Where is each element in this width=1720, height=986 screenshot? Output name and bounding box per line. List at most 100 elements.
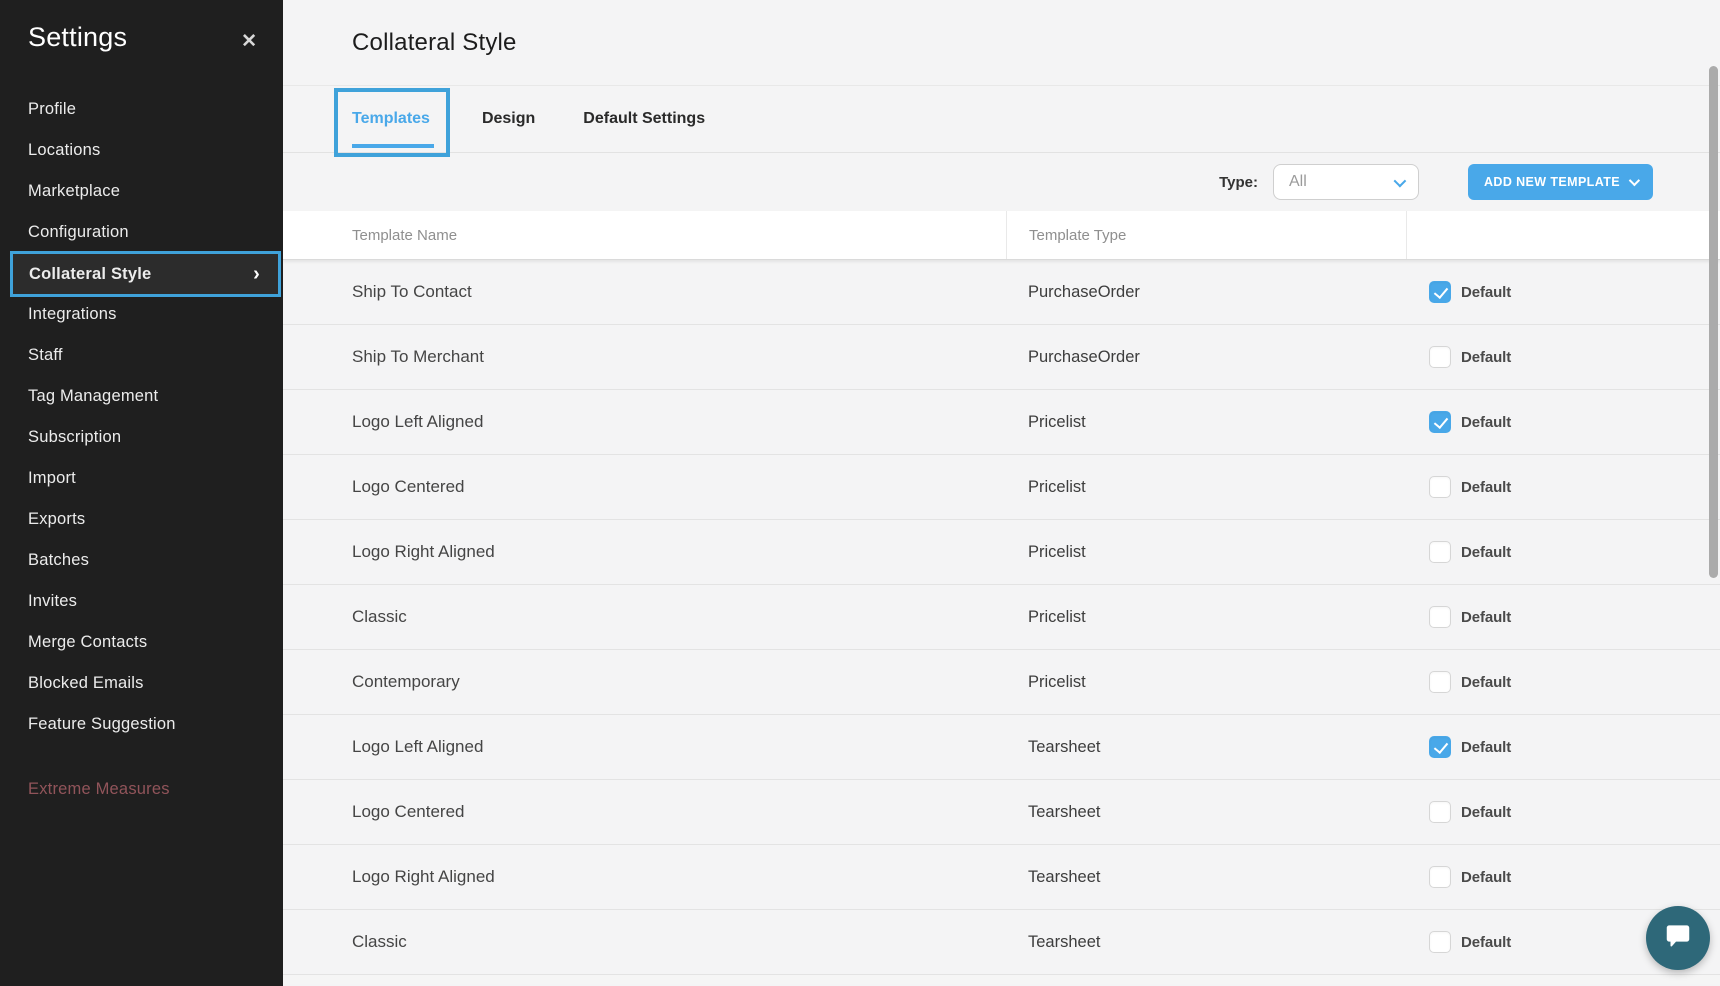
template-name-cell: Logo Right Aligned xyxy=(283,845,1006,909)
template-type-cell: Tearsheet xyxy=(1006,780,1406,844)
template-type-cell: Pricelist xyxy=(1006,650,1406,714)
default-checkbox-label: Default xyxy=(1461,284,1511,301)
template-type-cell: Pricelist xyxy=(1006,520,1406,584)
tab-templates[interactable]: Templates xyxy=(334,88,450,157)
sidebar-item-locations[interactable]: Locations › xyxy=(0,130,283,171)
template-type-cell: Tearsheet xyxy=(1006,910,1406,974)
table-row[interactable]: Classic Pricelist Default xyxy=(283,585,1720,650)
default-cell: Default xyxy=(1406,325,1720,389)
sidebar-item-label: Collateral Style xyxy=(29,265,151,284)
table-row[interactable]: Logo Right Aligned Pricelist Default xyxy=(283,520,1720,585)
template-type-cell: PurchaseOrder xyxy=(1006,260,1406,324)
table-row[interactable]: Logo Left Aligned Tearsheet Default xyxy=(283,715,1720,780)
tab-bar: Templates Design Default Settings xyxy=(283,86,1720,153)
sidebar-item-marketplace[interactable]: Marketplace › xyxy=(0,171,283,212)
sidebar-item-blocked-emails[interactable]: Blocked Emails › xyxy=(0,663,283,704)
main-content: Collateral Style Templates Design Defaul… xyxy=(283,0,1720,986)
default-checkbox[interactable] xyxy=(1429,606,1451,628)
chat-widget-button[interactable] xyxy=(1646,906,1710,970)
default-cell: Default xyxy=(1406,455,1720,519)
tab-default-settings[interactable]: Default Settings xyxy=(567,110,721,128)
chevron-down-icon xyxy=(1394,174,1407,187)
sidebar-nav: Profile › Locations › Marketplace › Conf… xyxy=(0,89,283,810)
sidebar-item-exports[interactable]: Exports › xyxy=(0,499,283,540)
sidebar-item-label: Batches xyxy=(28,551,89,570)
default-checkbox-label: Default xyxy=(1461,479,1511,496)
sidebar-item-subscription[interactable]: Subscription › xyxy=(0,417,283,458)
table-row[interactable]: Ship To Merchant PurchaseOrder Default xyxy=(283,325,1720,390)
default-checkbox-label: Default xyxy=(1461,739,1511,756)
sidebar-item-collateral-style[interactable]: Collateral Style › xyxy=(10,251,281,297)
sidebar-item-tag-management[interactable]: Tag Management › xyxy=(0,376,283,417)
sidebar-item-merge-contacts[interactable]: Merge Contacts › xyxy=(0,622,283,663)
default-checkbox[interactable] xyxy=(1429,541,1451,563)
sidebar-item-label: Subscription xyxy=(28,428,121,447)
column-header-template-type: Template Type xyxy=(1006,211,1406,259)
sidebar-item-label: Staff xyxy=(28,346,63,365)
table-row[interactable]: Logo Right Aligned Tearsheet Default xyxy=(283,845,1720,910)
sidebar-item-label: Integrations xyxy=(28,305,117,324)
sidebar-item-integrations[interactable]: Integrations › xyxy=(0,294,283,335)
default-checkbox[interactable] xyxy=(1429,281,1451,303)
page-header: Collateral Style xyxy=(283,0,1720,86)
table-row[interactable]: Logo Centered Tearsheet Default xyxy=(283,780,1720,845)
add-new-template-button[interactable]: ADD NEW TEMPLATE xyxy=(1468,164,1653,200)
default-checkbox-label: Default xyxy=(1461,414,1511,431)
template-type-cell: Tearsheet xyxy=(1006,715,1406,779)
default-checkbox-label: Default xyxy=(1461,609,1511,626)
sidebar-item-label: Blocked Emails xyxy=(28,674,144,693)
default-checkbox[interactable] xyxy=(1429,801,1451,823)
add-new-template-label: ADD NEW TEMPLATE xyxy=(1484,175,1620,189)
template-name-cell: Logo Right Aligned xyxy=(283,520,1006,584)
tab-design[interactable]: Design xyxy=(466,110,551,128)
default-checkbox-label: Default xyxy=(1461,674,1511,691)
filter-bar: Type: All ADD NEW TEMPLATE xyxy=(283,153,1720,211)
default-cell: Default xyxy=(1406,390,1720,454)
sidebar-item-feature-suggestion[interactable]: Feature Suggestion › xyxy=(0,704,283,745)
type-filter-dropdown[interactable]: All xyxy=(1273,164,1419,200)
sidebar-item-label: Locations xyxy=(28,141,100,160)
vertical-scrollbar[interactable] xyxy=(1709,66,1718,578)
default-cell: Default xyxy=(1406,260,1720,324)
sidebar-item-profile[interactable]: Profile › xyxy=(0,89,283,130)
default-checkbox[interactable] xyxy=(1429,346,1451,368)
type-filter-label: Type: xyxy=(1219,174,1258,191)
sidebar-item-label: Exports xyxy=(28,510,85,529)
sidebar-item-label: Invites xyxy=(28,592,77,611)
default-checkbox[interactable] xyxy=(1429,476,1451,498)
template-type-cell: Pricelist xyxy=(1006,390,1406,454)
sidebar-item-extreme-measures[interactable]: Extreme Measures xyxy=(0,769,283,810)
default-checkbox-label: Default xyxy=(1461,544,1511,561)
chat-bubble-icon xyxy=(1663,921,1693,956)
default-checkbox[interactable] xyxy=(1429,931,1451,953)
sidebar-title: Settings xyxy=(28,22,127,53)
table-row[interactable]: Logo Centered Pricelist Default xyxy=(283,455,1720,520)
default-checkbox[interactable] xyxy=(1429,411,1451,433)
table-row[interactable]: Ship To Contact PurchaseOrder Default xyxy=(283,260,1720,325)
sidebar-item-configuration[interactable]: Configuration › xyxy=(0,212,283,253)
template-name-cell: Logo Left Aligned xyxy=(283,390,1006,454)
default-cell: Default xyxy=(1406,650,1720,714)
template-name-cell: Ship To Contact xyxy=(283,260,1006,324)
sidebar-item-import[interactable]: Import › xyxy=(0,458,283,499)
table-row[interactable]: Contemporary Pricelist Default xyxy=(283,650,1720,715)
sidebar-item-label: Import xyxy=(28,469,76,488)
chevron-down-icon xyxy=(1629,175,1640,186)
table-row[interactable]: Classic Tearsheet Default xyxy=(283,910,1720,975)
table-row[interactable]: Logo Left Aligned Pricelist Default xyxy=(283,390,1720,455)
default-checkbox[interactable] xyxy=(1429,671,1451,693)
template-type-cell: Pricelist xyxy=(1006,455,1406,519)
template-name-cell: Classic xyxy=(283,585,1006,649)
default-checkbox-label: Default xyxy=(1461,934,1511,951)
sidebar-item-label: Feature Suggestion xyxy=(28,715,176,734)
sidebar-item-staff[interactable]: Staff › xyxy=(0,335,283,376)
sidebar-item-batches[interactable]: Batches › xyxy=(0,540,283,581)
default-checkbox[interactable] xyxy=(1429,866,1451,888)
default-cell: Default xyxy=(1406,845,1720,909)
close-icon[interactable]: ✕ xyxy=(235,26,263,57)
sidebar-item-label: Tag Management xyxy=(28,387,158,406)
default-checkbox[interactable] xyxy=(1429,736,1451,758)
default-cell: Default xyxy=(1406,585,1720,649)
sidebar-item-invites[interactable]: Invites › xyxy=(0,581,283,622)
template-name-cell: Classic xyxy=(283,910,1006,974)
